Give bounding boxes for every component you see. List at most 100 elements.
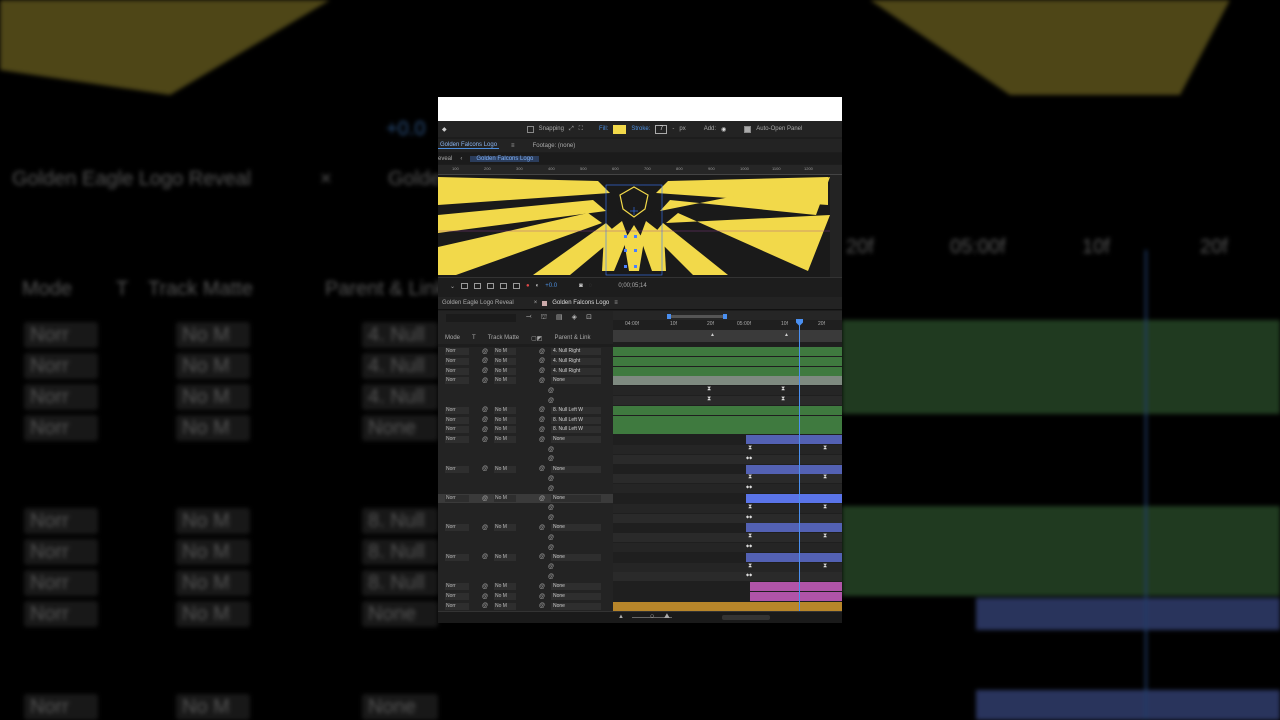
zoom-out-icon[interactable]: ▲	[618, 614, 624, 620]
pickwhip-icon[interactable]: @	[482, 466, 488, 472]
property-pickwhip-icon[interactable]: @	[548, 486, 554, 492]
pickwhip-icon[interactable]: @	[482, 554, 488, 560]
tab-footage[interactable]: Footage: (none)	[533, 143, 576, 149]
track-matte-dropdown[interactable]: No M	[494, 367, 516, 375]
stroke-decrement[interactable]: -	[672, 126, 674, 132]
track-matte-dropdown[interactable]: No M	[494, 377, 516, 385]
layer-row[interactable]: Norr @ No M @4. Null Right	[438, 347, 613, 356]
pickwhip-icon[interactable]: @	[482, 603, 488, 609]
layer-row[interactable]: Norr @ No M @8. Null Left W	[438, 406, 613, 415]
parent-pickwhip-icon[interactable]: @	[539, 496, 545, 502]
fill-color-swatch[interactable]	[613, 124, 627, 134]
layer-row[interactable]: @	[438, 474, 613, 483]
keyframe-icon[interactable]: ⧗	[748, 563, 752, 570]
keyframe-icon[interactable]: ⧗	[781, 386, 785, 393]
layer-row[interactable]: Norr @ No M @ None	[438, 582, 613, 591]
blend-mode-dropdown[interactable]: Norr	[445, 377, 469, 385]
keyframe-icon[interactable]: ⧗	[748, 533, 752, 540]
parent-dropdown[interactable]: None	[551, 602, 601, 610]
viewer-dropdown-icon[interactable]: ⌄	[450, 283, 455, 290]
layer-row[interactable]: @	[438, 514, 613, 523]
marker-icon[interactable]: ▲	[710, 332, 715, 338]
parent-dropdown[interactable]: None	[551, 377, 601, 385]
work-area-range[interactable]	[669, 315, 727, 318]
layer-row[interactable]: Norr @ No M @ None	[438, 602, 613, 611]
property-pickwhip-icon[interactable]: @	[548, 398, 554, 404]
parent-dropdown[interactable]: None	[551, 436, 601, 444]
graph-editor-icon[interactable]: ⊡	[586, 313, 592, 322]
mask-path-icon[interactable]	[487, 283, 495, 289]
zoom-in-icon[interactable]: ⛰	[664, 613, 670, 621]
keyframe-icon[interactable]: ⧗	[748, 474, 752, 481]
blend-mode-dropdown[interactable]: Norr	[445, 367, 469, 375]
playhead-line[interactable]	[799, 323, 800, 621]
snapping-checkbox[interactable]	[526, 125, 534, 133]
property-pickwhip-icon[interactable]: @	[548, 476, 554, 482]
snap-expand-icon[interactable]: ⛶	[579, 126, 583, 133]
layer-duration-bar[interactable]	[613, 415, 842, 425]
breadcrumb-prev[interactable]: eveal	[438, 156, 452, 162]
timeline-tracks[interactable]: 04:00f 10f 20f 05:00f 10f 20f ▲ ▲ ⧗ ⧗ ⧗ ⧗ ⧗ ⧗ ◆◆ ⧗ ⧗ ◆…	[613, 311, 842, 621]
track-matte-dropdown[interactable]: No M	[494, 436, 516, 444]
current-timecode[interactable]: 0;00;05;14	[618, 283, 646, 289]
keyframe-icon[interactable]: ⧗	[748, 504, 752, 511]
color-channels-icon[interactable]: ●	[526, 283, 530, 289]
parent-pickwhip-icon[interactable]: @	[539, 594, 545, 600]
blend-mode-dropdown[interactable]: Norr	[445, 416, 469, 424]
layer-row[interactable]: @	[438, 563, 613, 572]
keyframe-icon[interactable]: ⧗	[823, 474, 827, 481]
layer-duration-bar[interactable]	[613, 347, 842, 356]
parent-dropdown[interactable]: 8. Null Left W	[551, 406, 601, 414]
keyframe-icon[interactable]: ⧗	[707, 396, 711, 403]
parent-dropdown[interactable]: None	[551, 524, 601, 532]
parent-dropdown[interactable]: 8. Null Left W	[551, 416, 601, 424]
safe-zones-icon[interactable]	[500, 283, 508, 289]
exposure-icon[interactable]: ◐	[536, 283, 540, 289]
keyframe-icon[interactable]: ⧗	[823, 563, 827, 570]
keyframe-icon[interactable]: ⧗	[781, 396, 785, 403]
parent-dropdown[interactable]: None	[551, 495, 601, 502]
show-snapshot-icon[interactable]: ◌	[589, 283, 593, 289]
motion-blur-icon[interactable]: ◈	[572, 313, 577, 322]
layer-row[interactable]: Norr @ No M @ None	[438, 553, 613, 562]
track-matte-dropdown[interactable]: No M	[494, 553, 516, 561]
property-pickwhip-icon[interactable]: @	[548, 515, 554, 521]
keyframe-icon[interactable]: ◆◆	[746, 514, 752, 519]
property-pickwhip-icon[interactable]: @	[548, 456, 554, 462]
parent-dropdown[interactable]: None	[551, 583, 601, 591]
blend-mode-dropdown[interactable]: Norr	[445, 426, 469, 434]
track-matte-dropdown[interactable]: No M	[494, 593, 516, 600]
playhead-handle[interactable]	[796, 319, 803, 326]
parent-dropdown[interactable]: None	[551, 553, 601, 561]
work-area-end[interactable]	[723, 314, 727, 319]
breadcrumb-active[interactable]: Golden Falcons Logo	[470, 155, 540, 162]
layer-row[interactable]: @	[438, 504, 613, 513]
track-matte-dropdown[interactable]: No M	[494, 495, 516, 502]
parent-pickwhip-icon[interactable]: @	[539, 466, 545, 472]
layer-duration-bar[interactable]	[613, 376, 842, 386]
parent-pickwhip-icon[interactable]: @	[539, 378, 545, 384]
keyframe-icon[interactable]: ⧗	[823, 504, 827, 511]
add-property-icon[interactable]: ◉	[721, 126, 726, 133]
track-matte-dropdown[interactable]: No M	[494, 583, 516, 591]
pickwhip-icon[interactable]: @	[482, 358, 488, 364]
marker-icon[interactable]: ▲	[784, 332, 789, 338]
breadcrumb-back-icon[interactable]: ‹	[460, 156, 462, 162]
pickwhip-icon[interactable]: @	[482, 584, 488, 590]
parent-dropdown[interactable]: 4. Null Right	[551, 348, 601, 355]
layer-duration-bar[interactable]	[613, 366, 842, 376]
parent-pickwhip-icon[interactable]: @	[539, 603, 545, 609]
layer-row[interactable]: @	[438, 484, 613, 493]
blend-mode-dropdown[interactable]: Norr	[445, 583, 469, 591]
track-matte-dropdown[interactable]: No M	[494, 426, 516, 434]
parent-pickwhip-icon[interactable]: @	[539, 525, 545, 531]
auto-open-checkbox[interactable]	[744, 125, 752, 133]
pickwhip-icon[interactable]: @	[482, 427, 488, 433]
layer-duration-bar[interactable]	[746, 435, 842, 445]
blend-mode-dropdown[interactable]: Norr	[445, 593, 469, 600]
pickwhip-icon[interactable]: @	[482, 349, 488, 355]
pickwhip-icon[interactable]: @	[482, 407, 488, 413]
layer-row[interactable]: @	[438, 543, 613, 552]
blend-mode-dropdown[interactable]: Norr	[445, 436, 469, 444]
parent-pickwhip-icon[interactable]: @	[539, 358, 545, 364]
